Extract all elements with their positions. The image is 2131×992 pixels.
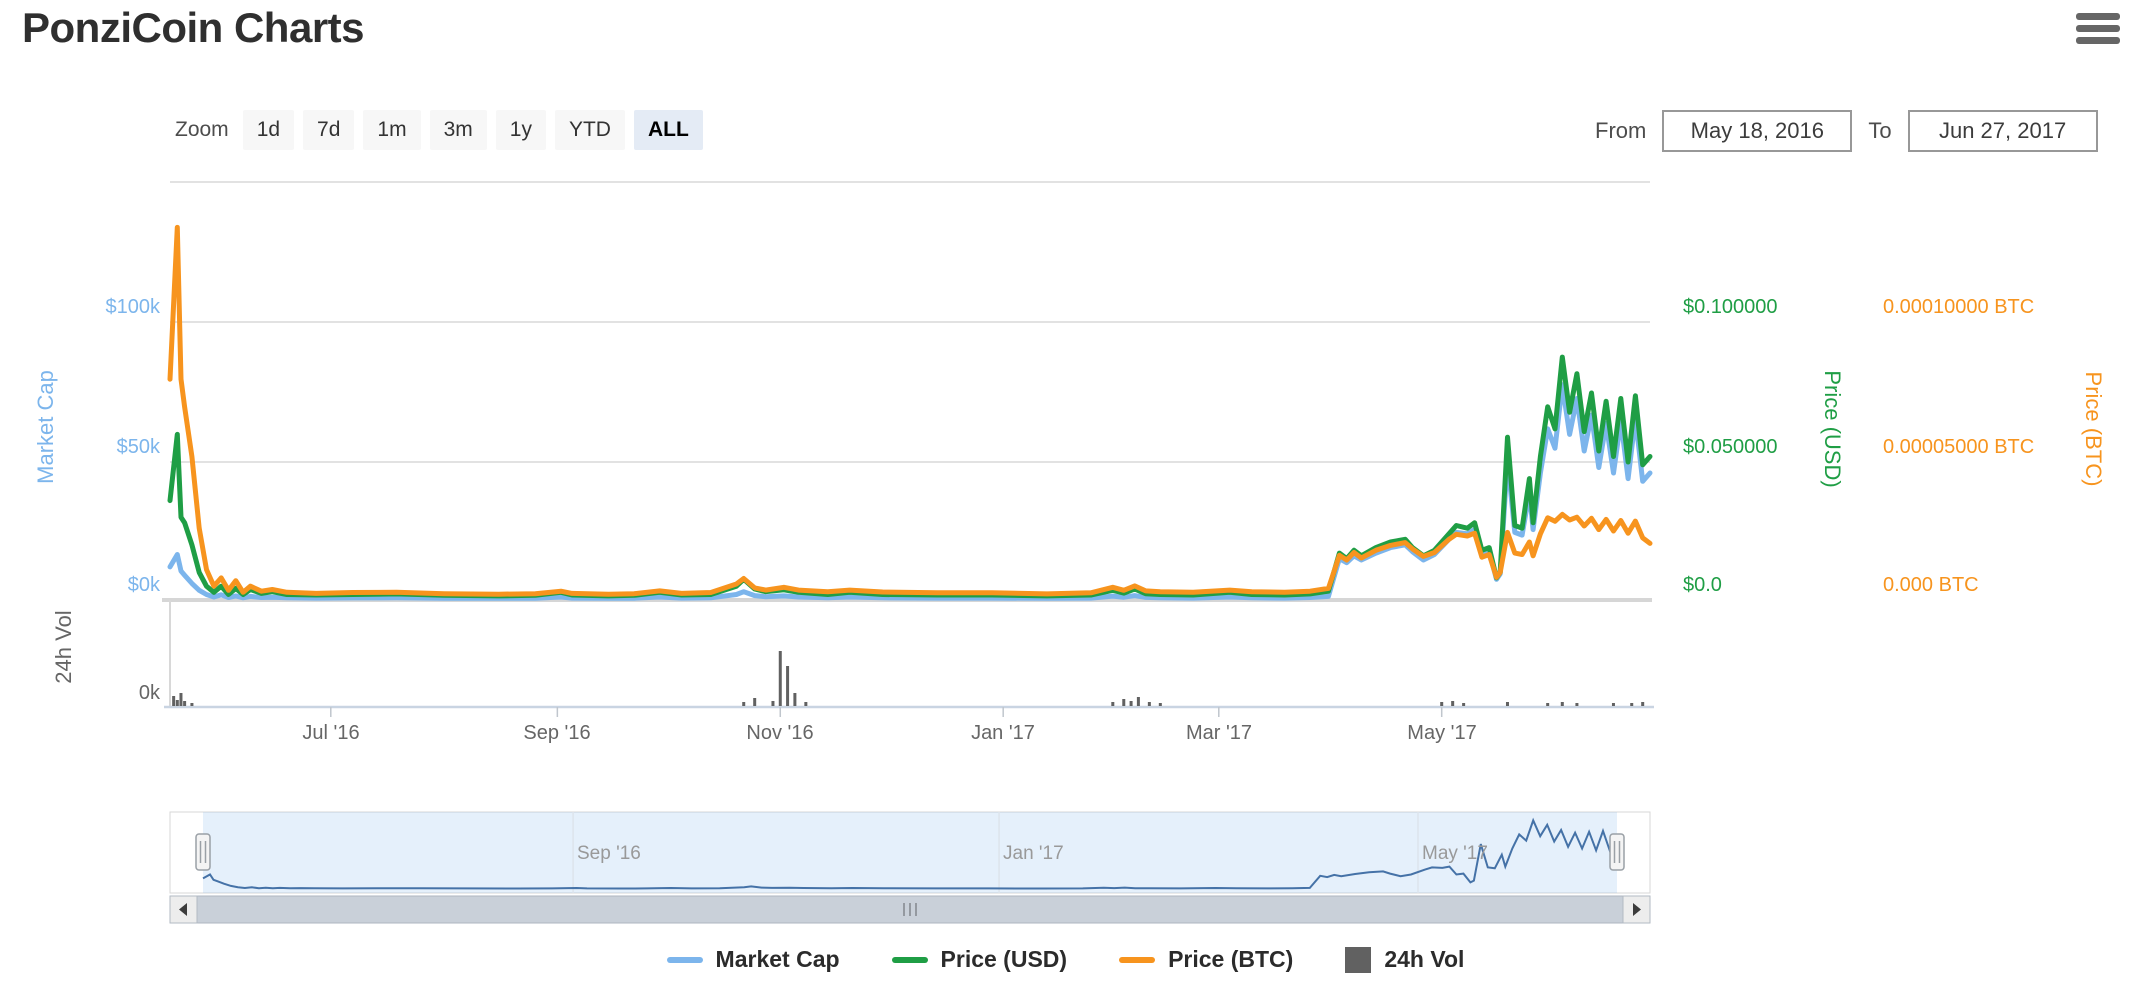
stock-chart <box>162 181 1654 924</box>
market-cap-tick-50k: $50k <box>116 436 160 458</box>
price-usd-axis-title: Price (USD) <box>1820 370 1845 488</box>
x-tick-jul16: Jul '16 <box>302 722 360 744</box>
volume-square-swatch-icon <box>1345 946 1372 973</box>
x-tick-jan17: Jan '17 <box>971 722 1035 744</box>
price-usd-tick-0: $0.0 <box>1683 574 1722 596</box>
legend: Market Cap Price (USD) Price (BTC) 24h V… <box>0 946 2131 973</box>
market-cap-line-swatch-icon <box>666 956 703 963</box>
navigator-tick-sep16: Sep '16 <box>577 843 641 864</box>
legend-label: Price (USD) <box>940 946 1068 972</box>
legend-item-price-btc[interactable]: Price (BTC) <box>1119 946 1293 973</box>
navigator-tick-jan17: Jan '17 <box>1003 843 1064 864</box>
price-usd-tick-010: $0.100000 <box>1683 296 1778 318</box>
legend-label: Price (BTC) <box>1168 946 1294 972</box>
x-tick-nov16: Nov '16 <box>746 722 814 744</box>
volume-tick-0k: 0k <box>138 682 160 704</box>
x-tick-may17: May '17 <box>1407 722 1477 744</box>
legend-item-market-cap[interactable]: Market Cap <box>666 946 840 973</box>
navigator-tick-may17: May '17 <box>1422 843 1488 864</box>
navigator-handle-left[interactable] <box>195 833 211 871</box>
price-usd-line-swatch-icon <box>891 956 928 963</box>
price-btc-tick-0: 0.000 BTC <box>1883 574 1979 596</box>
market-cap-tick-100k: $100k <box>105 296 161 318</box>
price-btc-tick-00005: 0.00005000 BTC <box>1883 436 2035 458</box>
chart-plot-area[interactable] <box>170 182 1650 707</box>
scrollbar <box>169 895 1651 924</box>
navigator-mask[interactable] <box>203 812 1617 893</box>
ponzicoin-charts-page: PonziCoin Charts Zoom 1d 7d 1m 3m 1y YTD… <box>0 0 2131 992</box>
price-btc-axis-title: Price (BTC) <box>2081 371 2106 487</box>
legend-item-24h-vol[interactable]: 24h Vol <box>1345 946 1464 973</box>
price-btc-tick-0001: 0.00010000 BTC <box>1883 296 2035 318</box>
navigator-handle-right[interactable] <box>1609 833 1625 871</box>
market-cap-axis-title: Market Cap <box>33 370 58 484</box>
legend-item-price-usd[interactable]: Price (USD) <box>891 946 1068 973</box>
legend-label: 24h Vol <box>1384 946 1465 972</box>
x-tick-sep16: Sep '16 <box>523 722 591 744</box>
price-btc-line-swatch-icon <box>1119 956 1156 963</box>
price-usd-tick-005: $0.050000 <box>1683 436 1778 458</box>
x-tick-mar17: Mar '17 <box>1185 722 1253 744</box>
legend-label: Market Cap <box>715 946 840 972</box>
